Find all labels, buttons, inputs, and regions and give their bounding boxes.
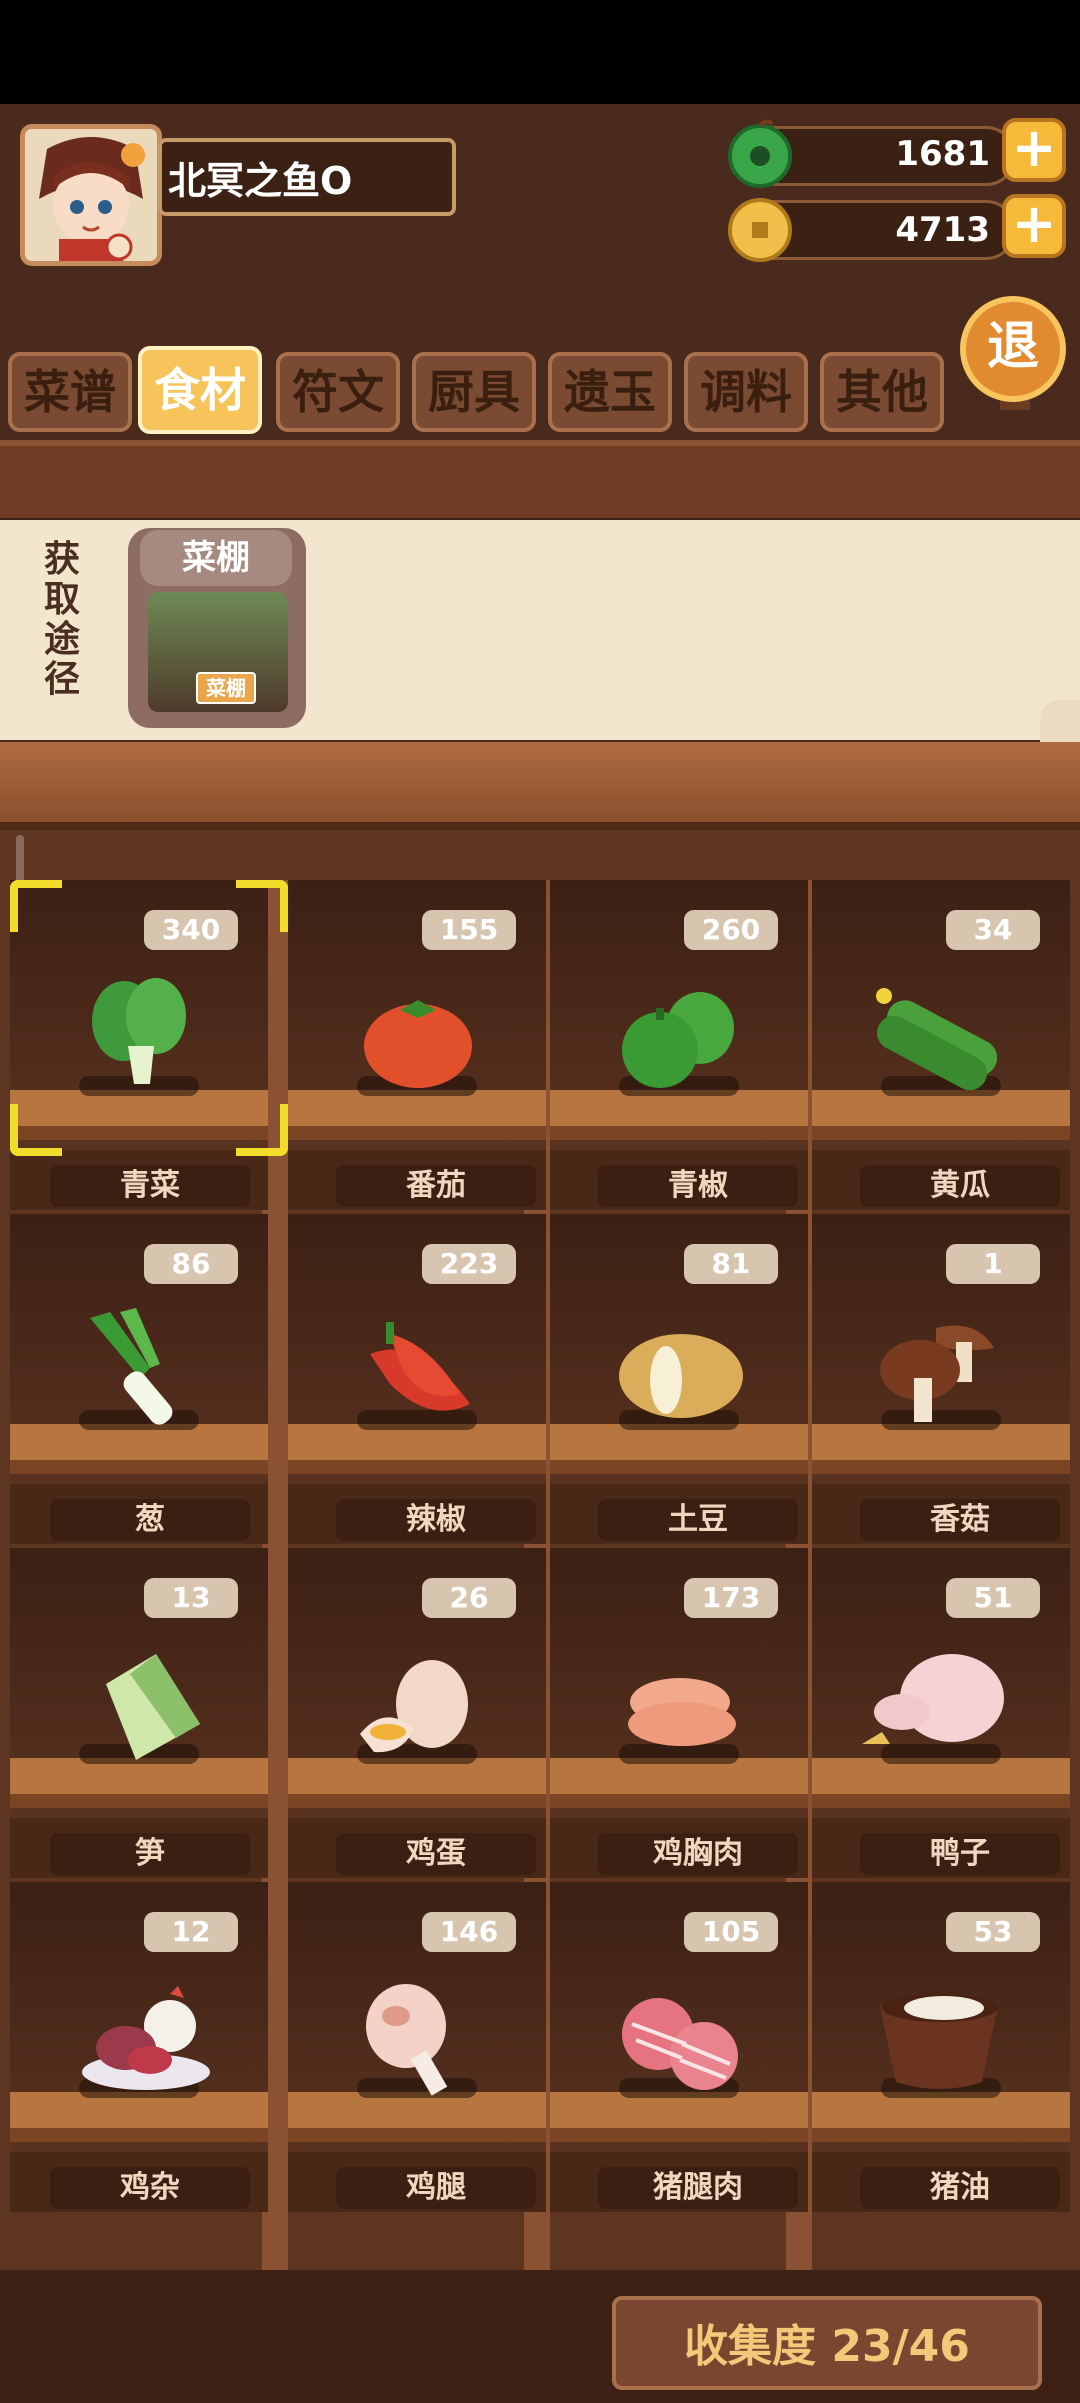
parchment-curl (1040, 700, 1080, 744)
tab-runes[interactable]: 符文 (276, 352, 400, 432)
ingredient-name: 土豆 (598, 1499, 798, 1541)
ingredient-cell[interactable]: 146 鸡腿 (288, 1882, 546, 2212)
chicken-breast-icon (628, 1678, 736, 1746)
tab-recipes[interactable]: 菜谱 (8, 352, 132, 432)
top-beam (0, 440, 1080, 524)
add-coins-button[interactable]: + (1002, 194, 1066, 258)
selection-frame (10, 880, 288, 1156)
ingredient-name: 鸡杂 (50, 2167, 250, 2209)
ingredient-count: 12 (144, 1912, 238, 1952)
shiitake-icon (880, 1325, 994, 1422)
ingredient-count: 81 (684, 1244, 778, 1284)
ingredient-count: 223 (422, 1244, 516, 1284)
ingredient-cell[interactable]: 260 青椒 (550, 880, 808, 1210)
tomato-icon (364, 1000, 472, 1088)
tab-ingredients[interactable]: 食材 (138, 346, 262, 434)
tab-others[interactable]: 其他 (820, 352, 944, 432)
ingredient-count: 105 (684, 1912, 778, 1952)
ingredient-cell[interactable]: 105 猪腿肉 (550, 1882, 808, 2212)
add-jade-button[interactable]: + (1002, 118, 1066, 182)
ingredient-name: 香菇 (860, 1499, 1060, 1541)
duck-icon (862, 1654, 1004, 1744)
ingredient-count: 34 (946, 910, 1040, 950)
egg-icon (360, 1660, 468, 1753)
ingredient-count: 26 (422, 1578, 516, 1618)
ingredient-cell[interactable]: 1 香菇 (812, 1214, 1070, 1544)
ingredient-cell[interactable]: 13 笋 (10, 1548, 268, 1878)
ingredient-name: 鸭子 (860, 1833, 1060, 1875)
tab-cookware[interactable]: 厨具 (412, 352, 536, 432)
tab-relic-jade[interactable]: 遗玉 (548, 352, 672, 432)
greenhouse-badge: 菜棚 (196, 672, 256, 704)
coin-icon (728, 198, 792, 262)
pork-leg-icon (622, 1998, 738, 2090)
ingredient-count: 155 (422, 910, 516, 950)
player-name: 北冥之鱼O (168, 159, 353, 203)
ingredient-count: 173 (684, 1578, 778, 1618)
coin-count: 4713 (895, 210, 990, 250)
ingredient-cell[interactable]: 51 鸭子 (812, 1548, 1070, 1878)
ingredient-name: 辣椒 (336, 1499, 536, 1541)
green-pepper-icon (622, 992, 734, 1088)
status-bar (0, 0, 1080, 104)
ingredient-count: 1 (946, 1244, 1040, 1284)
ingredient-name: 笋 (50, 1833, 250, 1875)
collection-progress-label: 收集度 23/46 (684, 2321, 970, 2372)
ingredient-name: 鸡胸肉 (598, 1833, 798, 1875)
source-label: 获取途径 (43, 539, 80, 700)
player-avatar[interactable] (20, 124, 162, 266)
ingredient-count: 51 (946, 1578, 1040, 1618)
ingredient-name: 猪油 (860, 2167, 1060, 2209)
jade-icon (728, 119, 792, 188)
cucumber-icon (876, 988, 998, 1090)
ingredient-count: 13 (144, 1578, 238, 1618)
exit-button[interactable]: 退 (960, 296, 1066, 402)
ingredient-cell[interactable]: 34 黄瓜 (812, 880, 1070, 1210)
chicken-leg-icon (366, 1984, 448, 2096)
ingredient-cell[interactable]: 26 鸡蛋 (288, 1548, 546, 1878)
ingredient-cell[interactable]: 81 土豆 (550, 1214, 808, 1544)
lard-icon (880, 1994, 998, 2089)
ingredient-name: 猪腿肉 (598, 2167, 798, 2209)
ingredient-name: 黄瓜 (860, 1165, 1060, 1207)
ingredient-name: 青菜 (50, 1165, 250, 1207)
potato-icon (619, 1334, 743, 1418)
ingredient-cell[interactable]: 53 猪油 (812, 1882, 1070, 2212)
ingredient-cell[interactable]: 155 番茄 (288, 880, 546, 1210)
avatar-portrait-icon (25, 129, 157, 261)
chili-pepper-icon (370, 1322, 470, 1411)
source-name: 菜棚 (140, 530, 292, 586)
ingredient-count: 260 (684, 910, 778, 950)
ingredient-cell[interactable]: 12 鸡杂 (10, 1882, 268, 2212)
ingredient-name: 番茄 (336, 1165, 536, 1207)
ingredient-count: 146 (422, 1912, 516, 1952)
ingredient-name: 青椒 (598, 1165, 798, 1207)
ingredient-name: 葱 (50, 1499, 250, 1541)
ingredient-cell[interactable]: 173 鸡胸肉 (550, 1548, 808, 1878)
scallion-icon (90, 1308, 173, 1425)
ingredient-cell[interactable]: 86 葱 (10, 1214, 268, 1544)
shelf-top (0, 742, 1080, 830)
ingredient-name: 鸡蛋 (336, 1833, 536, 1875)
ingredient-count: 53 (946, 1912, 1040, 1952)
bamboo-shoot-icon (106, 1654, 200, 1760)
ingredient-cell[interactable]: 223 辣椒 (288, 1214, 546, 1544)
jade-count: 1681 (895, 134, 990, 174)
tab-seasonings[interactable]: 调料 (684, 352, 808, 432)
chicken-giblets-icon (82, 1986, 210, 2090)
ingredient-name: 鸡腿 (336, 2167, 536, 2209)
ingredient-count: 86 (144, 1244, 238, 1284)
